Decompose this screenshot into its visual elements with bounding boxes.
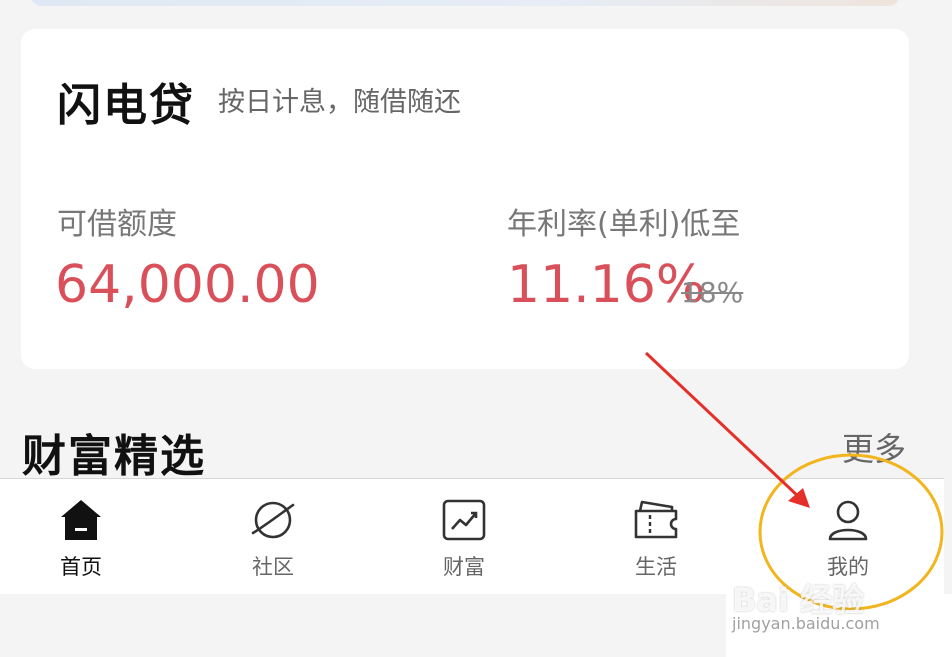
quota-label: 可借额度 <box>57 207 177 242</box>
loan-subtitle: 按日计息，随借随还 <box>218 87 461 118</box>
tab-community[interactable]: 社区 <box>213 479 333 595</box>
tab-wealth[interactable]: 财富 <box>404 479 524 595</box>
wealth-section-title: 财富精选 <box>22 431 206 482</box>
ticket-icon <box>634 500 678 539</box>
user-icon <box>828 500 868 541</box>
rate-value: 11.16% <box>507 255 706 315</box>
wealth-more-link[interactable]: 更多 <box>842 424 906 470</box>
tab-life[interactable]: 生活 <box>596 479 716 595</box>
trend-chart-icon <box>442 499 486 541</box>
home-icon <box>61 500 101 540</box>
planet-icon <box>251 501 295 539</box>
tab-community-label: 社区 <box>252 555 294 579</box>
rate-label: 年利率(单利)低至 <box>507 207 741 242</box>
loan-title: 闪电贷 <box>57 80 195 131</box>
original-rate: 18% <box>681 276 744 309</box>
top-banner[interactable] <box>30 0 900 6</box>
quota-value: 64,000.00 <box>55 255 320 315</box>
page-bottom-area <box>0 594 726 657</box>
baidu-watermark-url: jingyan.baidu.com <box>732 614 880 633</box>
flash-loan-card[interactable]: 闪电贷 按日计息，随借随还 可借额度 64,000.00 年利率(单利)低至 1… <box>21 29 909 369</box>
tab-life-label: 生活 <box>635 555 677 579</box>
tab-home[interactable]: 首页 <box>21 479 141 595</box>
pointer-arrow-line <box>644 351 802 500</box>
tab-home-label: 首页 <box>60 555 102 579</box>
tab-wealth-label: 财富 <box>443 555 485 579</box>
